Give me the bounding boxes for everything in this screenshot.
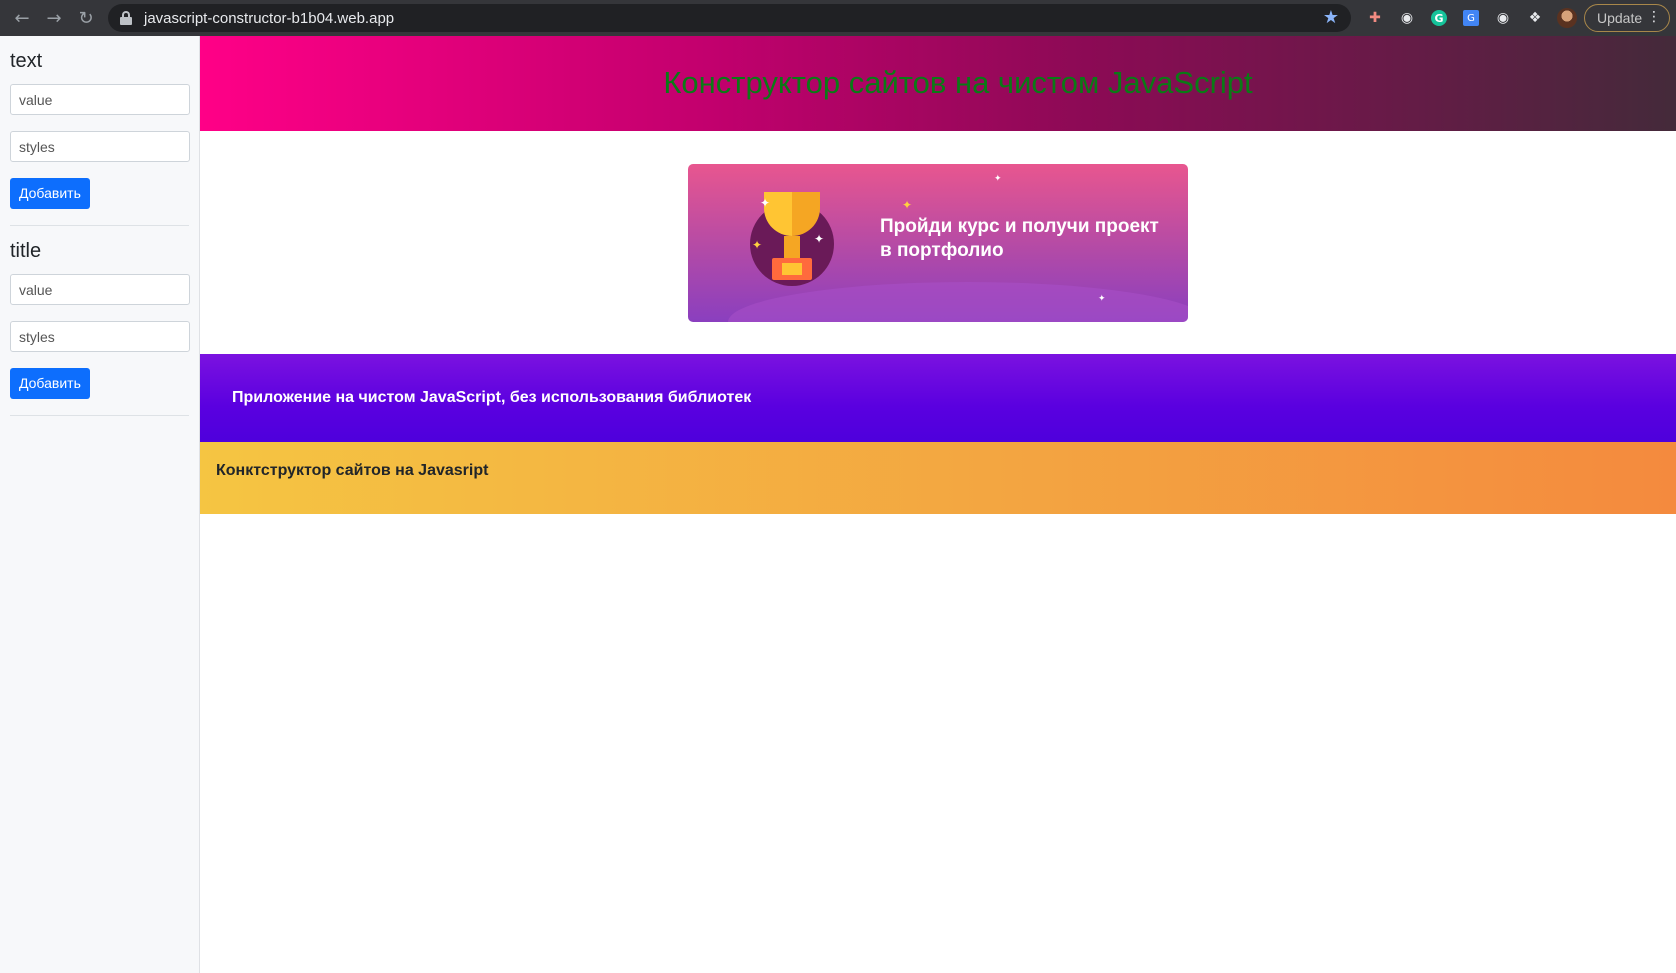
course-banner-image: ✦ ✦ ✦ ✦ ✦ ✦ Пройди курс и получи проект …	[688, 163, 1188, 322]
text-value-input[interactable]	[10, 84, 190, 115]
sparkle-icon: ✦	[752, 237, 763, 252]
banner-section: ✦ ✦ ✦ ✦ ✦ ✦ Пройди курс и получи проект …	[200, 131, 1676, 354]
grammarly-icon[interactable]: G	[1427, 6, 1451, 30]
sidebar: text Добавить title Добавить	[0, 36, 200, 973]
menu-dots-icon[interactable]: ⋮	[1647, 9, 1661, 25]
url-text: javascript-constructor-b1b04.web.app	[144, 9, 395, 27]
glasses-icon[interactable]: ◉	[1395, 6, 1419, 30]
banner-wave	[728, 281, 1188, 322]
add-title-button[interactable]: Добавить	[10, 368, 90, 399]
orange-block-text: Конктструктор сайтов на Javasript	[216, 462, 489, 479]
camera-icon[interactable]: ◉	[1491, 6, 1515, 30]
site-title: Конструктор сайтов на чистом JavaScript	[663, 64, 1253, 100]
back-icon[interactable]: ←	[6, 0, 38, 36]
text-block-orange: Конктструктор сайтов на Javasript	[200, 442, 1676, 514]
profile-avatar[interactable]	[1555, 6, 1579, 30]
browser-toolbar: ← → ↻ javascript-constructor-b1b04.web.a…	[0, 0, 1676, 36]
site-preview: Конструктор сайтов на чистом JavaScript …	[200, 36, 1676, 973]
puzzle-red-icon[interactable]: ✚	[1363, 6, 1387, 30]
sparkle-icon: ✦	[814, 231, 825, 246]
sparkle-icon: ✦	[994, 173, 1002, 184]
block-title-title: title	[10, 240, 42, 262]
address-bar[interactable]: javascript-constructor-b1b04.web.app ★	[108, 4, 1351, 32]
title-value-input[interactable]	[10, 274, 190, 305]
lock-icon[interactable]	[120, 11, 132, 25]
site-header: Конструктор сайтов на чистом JavaScript	[200, 36, 1676, 131]
trophy-stem	[784, 235, 800, 258]
text-styles-input[interactable]	[10, 131, 190, 162]
update-button[interactable]: Update ⋮	[1584, 4, 1670, 32]
banner-text: Пройди курс и получи проект в портфолио	[880, 215, 1159, 261]
divider	[10, 415, 189, 416]
reload-icon[interactable]: ↻	[70, 0, 102, 36]
update-label: Update	[1597, 10, 1643, 26]
extensions-icon[interactable]: ❖	[1523, 6, 1547, 30]
add-text-button[interactable]: Добавить	[10, 178, 90, 209]
text-block-form: text Добавить	[10, 36, 190, 226]
sparkle-icon: ✦	[902, 197, 913, 212]
sparkle-icon: ✦	[760, 195, 771, 210]
translate-icon[interactable]: G	[1459, 6, 1483, 30]
forward-icon[interactable]: →	[38, 0, 70, 36]
star-icon[interactable]: ★	[1323, 7, 1339, 28]
sparkle-icon: ✦	[1098, 293, 1106, 304]
block-title-text: text	[10, 50, 43, 72]
purple-block-text: Приложение на чистом JavaScript, без исп…	[232, 389, 752, 406]
extensions-area: ✚ ◉ G G ◉ ❖	[1363, 6, 1579, 30]
title-styles-input[interactable]	[10, 321, 190, 352]
title-block-form: title Добавить	[10, 226, 190, 416]
trophy-plate	[782, 262, 802, 275]
text-block-purple: Приложение на чистом JavaScript, без исп…	[200, 354, 1676, 442]
